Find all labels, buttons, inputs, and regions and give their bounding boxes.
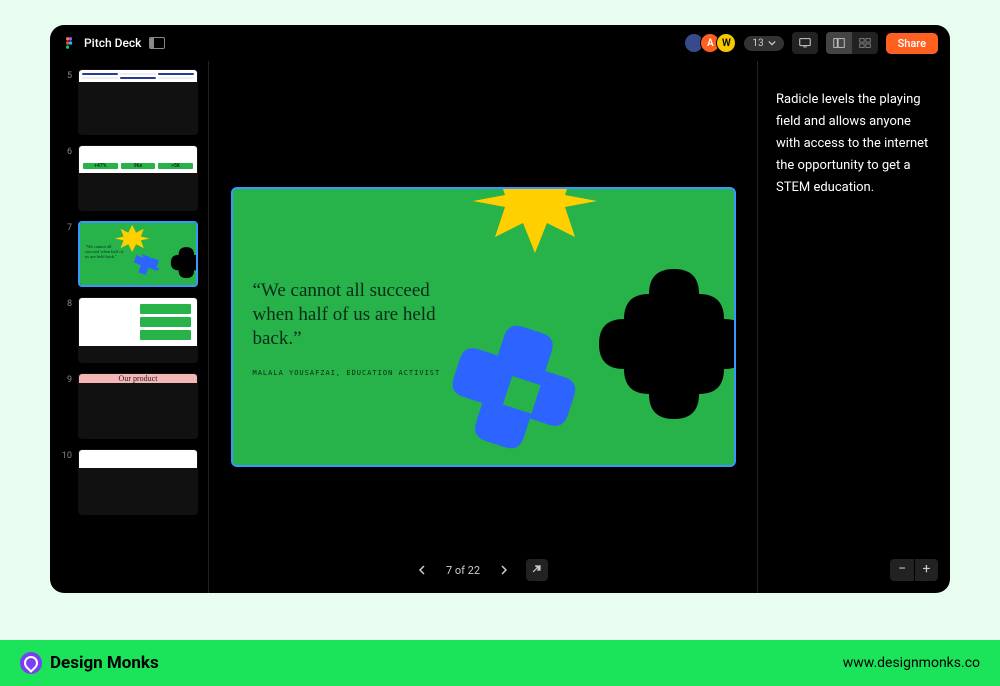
speaker-notes-panel[interactable]: Radicle levels the playing field and all… [758,61,950,593]
slide-thumbnail[interactable]: +47%96x>5K [78,145,198,211]
brand-logo-icon [20,652,42,674]
thumb-number: 7 [60,221,72,233]
zoom-out-button[interactable]: − [890,559,914,581]
gear-shape-icon [231,187,413,269]
share-button[interactable]: Share [886,33,938,54]
enter-presentation-button[interactable] [526,559,548,581]
collaborator-avatars: A W [684,33,736,53]
panel-toggle-icon[interactable] [149,37,165,49]
thumbnail-row: 7 "We cannot all succeed when half of us… [60,221,198,287]
thumbnail-row: 5 [60,69,198,135]
presentation-app-window: Pitch Deck A W 13 [50,25,950,593]
slide-attribution: MALALA YOUSAFZAI, EDUCATION ACTIVIST [253,369,441,377]
thumbnail-row: 8 [60,297,198,363]
slide-thumbnail[interactable]: Our product [78,373,198,439]
thumbnail-rail[interactable]: 5 6 +47%96x>5K 7 [50,61,208,593]
slide-thumbnail[interactable] [78,297,198,363]
speaker-notes-text[interactable]: Radicle levels the playing field and all… [776,89,932,199]
hash-shape-icon [423,309,643,467]
thumbnail-row: 9 Our product [60,373,198,439]
titlebar: Pitch Deck A W 13 [50,25,950,61]
current-slide[interactable]: “We cannot all succeed when half of us a… [231,187,736,467]
canvas[interactable]: “We cannot all succeed when half of us a… [209,61,757,593]
app-logo-icon[interactable] [62,36,76,50]
slide-thumbnail[interactable] [78,69,198,135]
stage-footer: 7 of 22 [209,559,757,581]
brand-left: Design Monks [20,652,159,674]
extra-collaborators-pill[interactable]: 13 [744,36,783,51]
thumb-number: 9 [60,373,72,385]
slide-thumbnail-selected[interactable]: "We cannot all succeed when half of us a… [78,221,198,287]
zoom-in-button[interactable]: + [914,559,938,581]
prev-slide-button[interactable] [418,565,428,575]
slide-quote-text: “We cannot all succeed when half of us a… [253,279,443,350]
extra-count: 13 [752,38,763,49]
chevron-down-icon [768,39,776,47]
thumb-number: 10 [60,449,72,461]
view-mode-group [826,32,878,54]
thumb-number: 8 [60,297,72,309]
grid-view-button[interactable] [852,32,878,54]
app-body: 5 6 +47%96x>5K 7 [50,61,950,593]
page-indicator: 7 of 22 [446,564,480,577]
brand-url: www.designmonks.co [843,655,980,671]
titlebar-left: Pitch Deck [62,36,165,50]
avatar[interactable]: W [716,33,736,53]
titlebar-right: A W 13 Share [684,32,938,54]
document-title[interactable]: Pitch Deck [84,36,141,50]
panel-view-button[interactable] [826,32,852,54]
thumbnail-row: 10 [60,449,198,515]
present-mode-button[interactable] [792,32,818,54]
zoom-controls: − + [890,559,938,581]
thumb-number: 5 [60,69,72,81]
footer-brand-bar: Design Monks www.designmonks.co [0,640,1000,686]
thumb-number: 6 [60,145,72,157]
brand-name: Design Monks [50,653,159,673]
thumbnail-row: 6 +47%96x>5K [60,145,198,211]
slide-thumbnail[interactable] [78,449,198,515]
next-slide-button[interactable] [498,565,508,575]
slide-stage: “We cannot all succeed when half of us a… [209,61,757,593]
